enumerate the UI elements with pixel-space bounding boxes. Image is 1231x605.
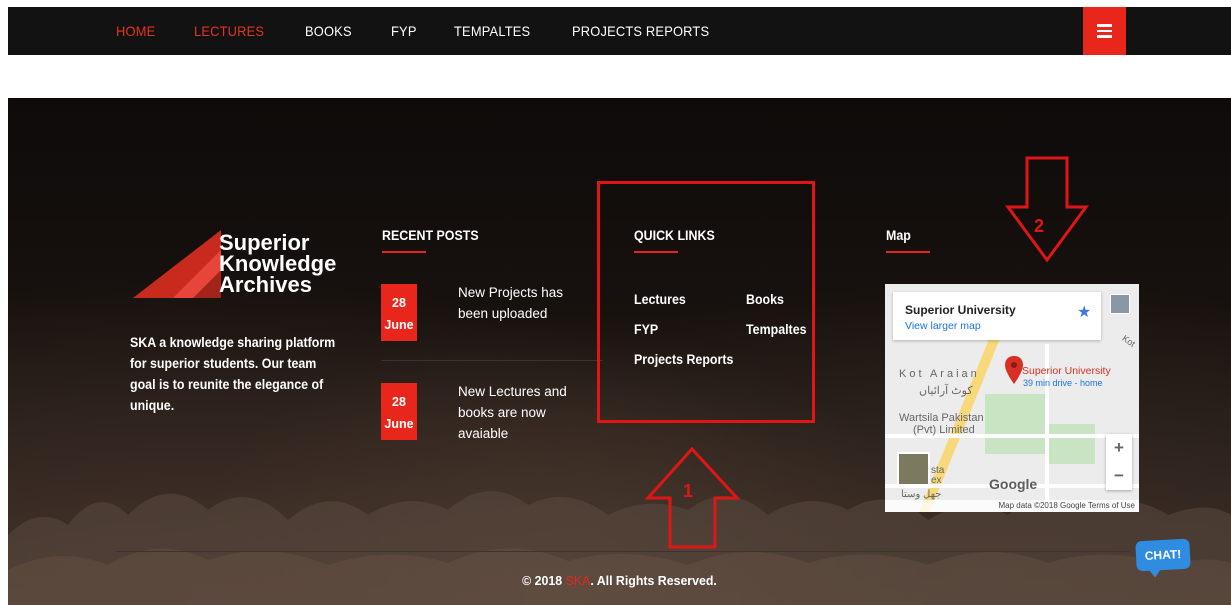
post-date-badge: 28 June: [381, 383, 417, 440]
nav-item-fyp[interactable]: FYP: [391, 23, 417, 39]
annotation-number-2: 2: [1034, 216, 1045, 236]
recent-posts-underline: [382, 251, 426, 253]
nav-item-lectures[interactable]: LECTURES: [194, 23, 264, 39]
recent-posts-title: RECENT POSTS: [382, 228, 479, 243]
hamburger-icon: [1097, 24, 1112, 27]
post-date-badge: 28 June: [381, 284, 417, 341]
nav-item-projects-reports[interactable]: PROJECTS REPORTS: [572, 23, 709, 39]
recent-post-item[interactable]: 28 June New Projects has been uploaded: [381, 284, 601, 344]
logo-line-1: Superior: [219, 230, 310, 255]
map-underline: [886, 251, 930, 253]
annotation-down-arrow-icon: [1005, 156, 1089, 263]
copyright-brand-link[interactable]: SKA: [566, 573, 591, 588]
avatar[interactable]: [1110, 294, 1130, 314]
zoom-out-button[interactable]: −: [1106, 462, 1132, 490]
map-pin-subtitle: 39 min drive - home: [1023, 378, 1103, 388]
nav-links: HOME LECTURES BOOKS FYP TEMPALTES PROJEC…: [116, 7, 756, 55]
hamburger-icon-bar: [1097, 29, 1112, 33]
top-navbar: HOME LECTURES BOOKS FYP TEMPALTES PROJEC…: [8, 7, 1231, 55]
map-poi-label: Wartsila Pakistan (Pvt) Limited: [899, 412, 984, 436]
google-map-embed[interactable]: Kot Araian کوٹ آرائیاں Wartsila Pakistan…: [885, 284, 1139, 512]
post-title[interactable]: New Projects has been uploaded: [458, 282, 593, 324]
ska-logo[interactable]: Superior Knowledge Archives: [133, 228, 363, 303]
footer-divider: [116, 551, 1130, 552]
satellite-toggle-thumbnail[interactable]: [897, 452, 930, 486]
map-area-label: Kot Araian: [899, 368, 980, 380]
map-footer[interactable]: Map data ©2018 Google Terms of Use: [885, 500, 1139, 512]
logo-triangle-icon: [133, 230, 221, 298]
logo-line-3: Archives: [219, 272, 312, 297]
map-zoom-control: + −: [1106, 434, 1132, 490]
copyright-suffix: . All Rights Reserved.: [590, 573, 717, 588]
chat-button[interactable]: CHAT!: [1135, 538, 1191, 572]
map-poi-label-line-1: Wartsila Pakistan: [899, 412, 984, 424]
map-partial-label: sta ex: [931, 466, 944, 486]
map-info-card: Superior University View larger map ★: [893, 292, 1101, 340]
site-footer: Superior Knowledge Archives SKA a knowle…: [8, 98, 1231, 605]
google-logo: Google: [989, 476, 1038, 492]
copyright-prefix: © 2018: [522, 573, 566, 588]
post-date-month: June: [384, 318, 414, 332]
map-partial-label-urdu: جھل وستا: [901, 489, 942, 500]
zoom-in-button[interactable]: +: [1106, 434, 1132, 462]
post-title[interactable]: New Lectures and books are now avaiable: [458, 381, 593, 444]
logo-line-2: Knowledge: [219, 251, 337, 276]
post-date-month: June: [384, 417, 414, 431]
annotation-box-1: [597, 181, 815, 423]
map-park-area: [1045, 424, 1095, 464]
map-edge-label: Kot: [1120, 333, 1138, 349]
nav-item-home[interactable]: HOME: [116, 23, 155, 39]
map-area-label-urdu: کوٹ آرائیاں: [919, 385, 973, 397]
post-date-day: 28: [392, 296, 406, 310]
map-title: Map: [886, 228, 911, 243]
map-place-title: Superior University: [905, 303, 1016, 317]
map-poi-label-line-2: (Pvt) Limited: [913, 424, 975, 436]
map-pin-label: Superior University: [1022, 365, 1111, 377]
annotation-number-1: 1: [683, 481, 694, 501]
nav-item-templates[interactable]: TEMPALTES: [454, 23, 530, 39]
copyright-text: © 2018 SKA. All Rights Reserved.: [39, 573, 1201, 588]
about-text: SKA a knowledge sharing platform for sup…: [130, 335, 336, 413]
posts-divider: [381, 360, 603, 361]
page: HOME LECTURES BOOKS FYP TEMPALTES PROJEC…: [0, 0, 1231, 605]
map-pin-icon[interactable]: [1005, 356, 1023, 384]
nav-item-books[interactable]: BOOKS: [305, 23, 352, 39]
recent-post-item[interactable]: 28 June New Lectures and books are now a…: [381, 383, 601, 443]
map-park-area: [985, 394, 1045, 454]
map-partial-label-line-2: ex: [931, 475, 942, 486]
logo-text: Superior Knowledge Archives: [219, 230, 337, 297]
view-larger-map-link[interactable]: View larger map: [905, 320, 981, 332]
post-date-day: 28: [392, 395, 406, 409]
hamburger-menu-button[interactable]: [1083, 7, 1126, 55]
hamburger-icon-bar: [1097, 35, 1112, 38]
star-icon[interactable]: ★: [1077, 302, 1091, 322]
